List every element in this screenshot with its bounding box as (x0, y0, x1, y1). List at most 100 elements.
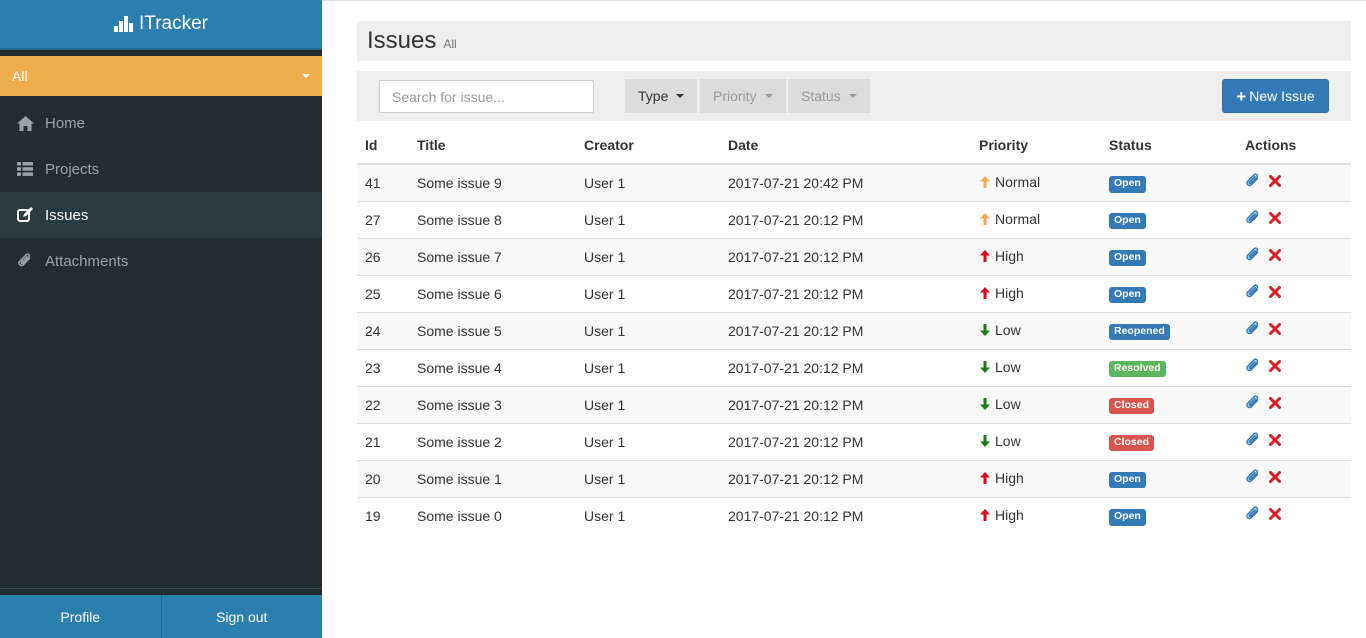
issue-actions (1237, 385, 1351, 423)
issue-title-link[interactable]: Some issue 3 (409, 385, 576, 423)
issue-priority: High (971, 496, 1101, 534)
arrow-down-icon (979, 397, 991, 411)
new-issue-button[interactable]: + New Issue (1222, 79, 1329, 113)
issue-priority: Low (971, 348, 1101, 386)
table-row[interactable]: 26 Some issue 7 User 1 2017-07-21 20:12 PM H… (357, 237, 1351, 275)
sign-out-button[interactable]: Sign out (160, 595, 322, 638)
column-header-status[interactable]: Status (1101, 127, 1237, 165)
column-header-date[interactable]: Date (720, 127, 971, 165)
list-icon (16, 160, 34, 178)
delete-icon[interactable] (1269, 508, 1281, 521)
issue-title-link[interactable]: Some issue 5 (409, 311, 576, 349)
caret-down-icon (764, 94, 773, 98)
priority-label: High (995, 469, 1024, 486)
sidebar-footer: Profile Sign out (0, 588, 322, 638)
paperclip-icon[interactable] (1245, 395, 1261, 411)
column-header-actions: Actions (1237, 127, 1351, 165)
column-header-priority[interactable]: Priority (971, 127, 1101, 165)
issue-actions (1237, 422, 1351, 460)
delete-icon[interactable] (1269, 471, 1281, 483)
table-row[interactable]: 25 Some issue 6 User 1 2017-07-21 20:12 PM H… (357, 274, 1351, 312)
arrow-up-icon (979, 249, 991, 263)
delete-icon[interactable] (1269, 360, 1281, 372)
priority-label: High (995, 284, 1024, 301)
page-header: Issues All (357, 21, 1351, 61)
arrow-down-icon (979, 360, 991, 374)
issue-date: 2017-07-21 20:12 PM (720, 385, 971, 423)
table-row[interactable]: 27 Some issue 8 User 1 2017-07-21 20:12 PM N… (357, 200, 1351, 238)
priority-label: High (995, 506, 1024, 523)
paperclip-icon[interactable] (1245, 284, 1261, 300)
paperclip-icon[interactable] (1245, 321, 1261, 337)
sidebar: ITracker All Home Projects Issues Attach… (0, 0, 322, 638)
profile-button[interactable]: Profile (0, 595, 161, 638)
issue-title-link[interactable]: Some issue 9 (409, 163, 576, 201)
issue-status: Open (1101, 200, 1237, 238)
priority-filter-dropdown[interactable]: Priority (700, 79, 786, 113)
delete-icon[interactable] (1269, 434, 1281, 446)
paperclip-icon[interactable] (1245, 173, 1261, 189)
arrow-up-icon (979, 471, 991, 485)
status-badge: Open (1109, 286, 1146, 304)
issue-title-link[interactable]: Some issue 4 (409, 348, 576, 386)
delete-icon[interactable] (1269, 175, 1281, 188)
issue-title-link[interactable]: Some issue 1 (409, 459, 576, 497)
column-header-id[interactable]: Id (357, 127, 409, 165)
table-row[interactable]: 24 Some issue 5 User 1 2017-07-21 20:12 PM L… (357, 311, 1351, 349)
issue-id: 21 (357, 422, 409, 460)
issue-date: 2017-07-21 20:12 PM (720, 422, 971, 460)
issue-date: 2017-07-21 20:42 PM (720, 163, 971, 201)
paperclip-icon[interactable] (1245, 358, 1261, 374)
issue-priority: Low (971, 385, 1101, 423)
issues-table: Id Title Creator Date Priority Status Ac… (357, 127, 1351, 534)
arrow-up-icon (979, 175, 991, 189)
main-content: Issues All Type Priority Status + New Is… (322, 0, 1366, 638)
issue-title-link[interactable]: Some issue 6 (409, 274, 576, 312)
issues-table-body: 41 Some issue 9 User 1 2017-07-21 20:42 PM N… (357, 163, 1351, 534)
delete-icon[interactable] (1269, 249, 1281, 261)
search-input[interactable] (379, 80, 594, 113)
issue-title-link[interactable]: Some issue 0 (409, 496, 576, 534)
issue-date: 2017-07-21 20:12 PM (720, 311, 971, 349)
delete-icon[interactable] (1269, 397, 1281, 409)
issue-title-link[interactable]: Some issue 8 (409, 200, 576, 238)
arrow-up-icon (979, 286, 991, 300)
priority-label: Low (995, 432, 1021, 449)
paperclip-icon[interactable] (1245, 210, 1261, 226)
issue-actions (1237, 311, 1351, 349)
table-row[interactable]: 41 Some issue 9 User 1 2017-07-21 20:42 PM N… (357, 163, 1351, 201)
arrow-down-icon (979, 323, 991, 337)
status-filter-dropdown[interactable]: Status (788, 79, 870, 113)
sidebar-item-label: Home (45, 114, 86, 132)
delete-icon[interactable] (1269, 286, 1281, 298)
table-row[interactable]: 23 Some issue 4 User 1 2017-07-21 20:12 PM L… (357, 348, 1351, 386)
table-row[interactable]: 21 Some issue 2 User 1 2017-07-21 20:12 PM L… (357, 422, 1351, 460)
issue-id: 19 (357, 496, 409, 534)
sidebar-item-home[interactable]: Home (0, 100, 322, 146)
table-row[interactable]: 22 Some issue 3 User 1 2017-07-21 20:12 PM L… (357, 385, 1351, 423)
table-row[interactable]: 20 Some issue 1 User 1 2017-07-21 20:12 PM H… (357, 459, 1351, 497)
paperclip-icon[interactable] (1245, 506, 1261, 522)
issue-title-link[interactable]: Some issue 7 (409, 237, 576, 275)
sidebar-item-projects[interactable]: Projects (0, 146, 322, 192)
issue-title-link[interactable]: Some issue 2 (409, 422, 576, 460)
edit-icon (16, 206, 34, 224)
table-row[interactable]: 19 Some issue 0 User 1 2017-07-21 20:12 PM H… (357, 496, 1351, 534)
sidebar-item-attachments[interactable]: Attachments (0, 238, 322, 284)
issue-date: 2017-07-21 20:12 PM (720, 348, 971, 386)
type-filter-dropdown[interactable]: Type (625, 79, 698, 113)
paperclip-icon[interactable] (1245, 247, 1261, 263)
delete-icon[interactable] (1269, 323, 1281, 335)
arrow-up-icon (979, 212, 991, 226)
delete-icon[interactable] (1269, 212, 1281, 224)
column-header-creator[interactable]: Creator (576, 127, 720, 165)
paperclip-icon[interactable] (1245, 432, 1261, 448)
paperclip-icon[interactable] (1245, 469, 1261, 485)
issue-priority: Low (971, 422, 1101, 460)
sidebar-item-issues[interactable]: Issues (0, 192, 322, 238)
project-select[interactable]: All (0, 56, 322, 96)
column-header-title[interactable]: Title (409, 127, 576, 165)
issue-actions (1237, 237, 1351, 275)
app-brand[interactable]: ITracker (0, 0, 322, 50)
issue-creator: User 1 (576, 348, 720, 386)
